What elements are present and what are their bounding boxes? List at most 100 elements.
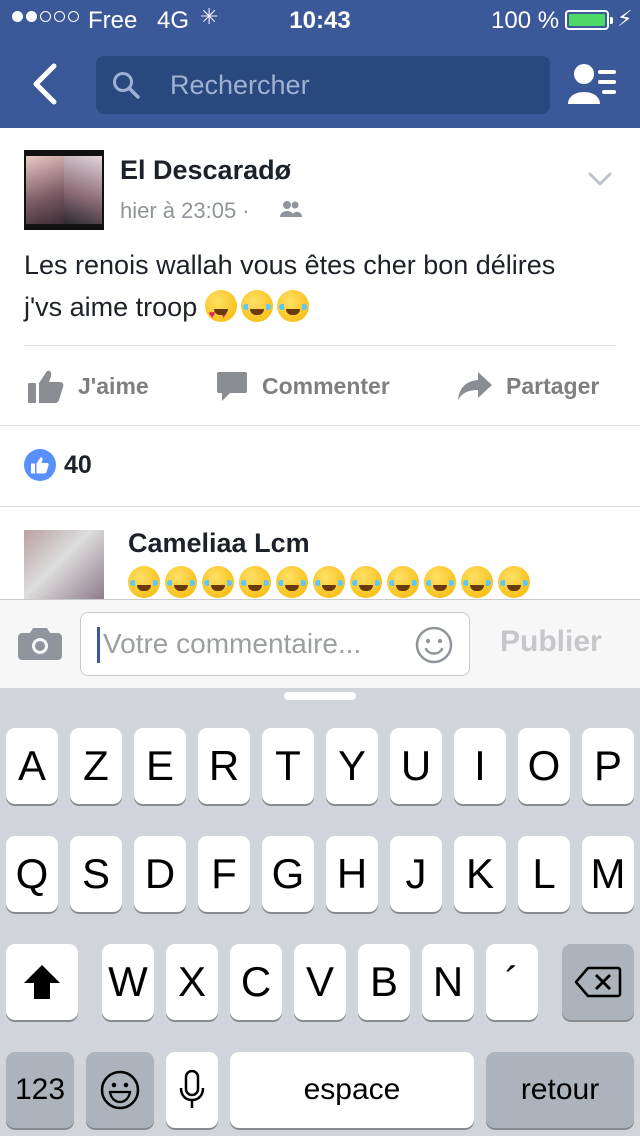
- publish-button[interactable]: Publier: [500, 625, 602, 659]
- backspace-icon: [574, 966, 622, 998]
- post-actions-bar: J'aime Commenter Partager: [0, 346, 640, 426]
- laughing-tears-emoji-icon: [387, 566, 419, 598]
- like-label: J'aime: [78, 372, 149, 399]
- key-t[interactable]: T: [262, 728, 314, 804]
- like-count: 40: [64, 450, 92, 479]
- laughing-tears-emoji-icon: [202, 566, 234, 598]
- key-l[interactable]: L: [518, 836, 570, 912]
- key-a[interactable]: A: [6, 728, 58, 804]
- smiley-icon: [415, 626, 453, 664]
- post-text-line-2: j'vs aime troop: [24, 286, 624, 336]
- key-o[interactable]: O: [518, 728, 570, 804]
- comment-field[interactable]: [80, 612, 470, 676]
- key-r[interactable]: R: [198, 728, 250, 804]
- key-acute-accent[interactable]: ´: [486, 944, 538, 1020]
- comment-bubble-icon: [217, 372, 247, 401]
- post-options-button[interactable]: [586, 164, 614, 192]
- key-w[interactable]: W: [102, 944, 154, 1020]
- laughing-tears-emoji-icon: [276, 566, 308, 598]
- key-v[interactable]: V: [294, 944, 346, 1020]
- thumbs-up-icon: [28, 370, 64, 403]
- post-text-line: j'vs aime troop: [24, 292, 198, 322]
- charging-bolt-icon: ⚡: [617, 6, 633, 31]
- dictation-key[interactable]: [166, 1052, 218, 1128]
- like-reaction-icon: [24, 449, 56, 481]
- return-key[interactable]: retour: [486, 1052, 634, 1128]
- divider: [0, 425, 640, 426]
- laughing-tears-emoji-icon: [128, 566, 160, 598]
- delete-key[interactable]: [562, 944, 634, 1020]
- key-u[interactable]: U: [390, 728, 442, 804]
- laughing-tears-emoji-icon: [239, 566, 271, 598]
- shift-key[interactable]: [6, 944, 78, 1020]
- laughing-tears-emoji-icon: [498, 566, 530, 598]
- chevron-down-icon: [588, 172, 612, 186]
- status-bar: Free 4G ✳ 10:43 100 % ⚡: [0, 0, 640, 40]
- search-icon: [113, 72, 140, 99]
- camera-icon: [18, 628, 62, 660]
- battery-icon: [565, 10, 613, 30]
- reactions-summary[interactable]: 40: [24, 447, 92, 483]
- post-timestamp[interactable]: hier à 23:05 ·: [120, 198, 250, 224]
- comment-composer: Publier: [0, 599, 640, 689]
- heart-eyes-emoji-icon: [204, 290, 237, 336]
- back-button[interactable]: [26, 60, 66, 108]
- keyboard-drag-handle[interactable]: [284, 692, 356, 700]
- key-s[interactable]: S: [70, 836, 122, 912]
- key-m[interactable]: M: [582, 836, 634, 912]
- post-author-name[interactable]: El Descaradø: [120, 155, 291, 186]
- search-input[interactable]: [170, 56, 530, 114]
- key-z[interactable]: Z: [70, 728, 122, 804]
- key-h[interactable]: H: [326, 836, 378, 912]
- battery-percentage: 100 %: [491, 7, 560, 34]
- camera-button[interactable]: [18, 626, 62, 665]
- like-button[interactable]: J'aime: [28, 346, 149, 426]
- commenter-avatar[interactable]: [24, 530, 104, 600]
- key-d[interactable]: D: [134, 836, 186, 912]
- share-button[interactable]: Partager: [458, 346, 599, 426]
- key-y[interactable]: Y: [326, 728, 378, 804]
- friends-list-icon: [568, 64, 616, 104]
- laughing-tears-emoji-icon: [350, 566, 382, 598]
- laughing-tears-emoji-icon: [313, 566, 345, 598]
- share-arrow-icon: [458, 372, 492, 400]
- key-p[interactable]: P: [582, 728, 634, 804]
- comment-input[interactable]: [103, 613, 403, 675]
- chevron-left-icon: [33, 63, 57, 105]
- key-k[interactable]: K: [454, 836, 506, 912]
- shift-arrow-icon: [24, 965, 60, 999]
- post-text-line: Les renois wallah vous êtes cher bon dél…: [24, 250, 556, 280]
- key-c[interactable]: C: [230, 944, 282, 1020]
- laughing-tears-emoji-icon: [165, 566, 197, 598]
- space-key[interactable]: espace: [230, 1052, 474, 1128]
- key-b[interactable]: B: [358, 944, 410, 1020]
- search-bar[interactable]: [96, 56, 550, 114]
- emoji-key[interactable]: [86, 1052, 154, 1128]
- key-i[interactable]: I: [454, 728, 506, 804]
- key-f[interactable]: F: [198, 836, 250, 912]
- laughing-tears-emoji-icon: [461, 566, 493, 598]
- comment-text: [128, 566, 530, 598]
- key-x[interactable]: X: [166, 944, 218, 1020]
- emoji-keyboard-icon: [100, 1070, 140, 1110]
- key-q[interactable]: Q: [6, 836, 58, 912]
- comment-button[interactable]: Commenter: [216, 346, 390, 426]
- share-label: Partager: [506, 372, 600, 399]
- divider: [0, 506, 640, 507]
- author-avatar[interactable]: [24, 150, 104, 230]
- key-n[interactable]: N: [422, 944, 474, 1020]
- key-e[interactable]: E: [134, 728, 186, 804]
- laughing-tears-emoji-icon: [424, 566, 456, 598]
- text-cursor: [97, 627, 100, 663]
- friends-list-button[interactable]: [568, 62, 618, 106]
- key-j[interactable]: J: [390, 836, 442, 912]
- friends-audience-icon: [280, 201, 302, 217]
- commenter-name[interactable]: Cameliaa Lcm: [128, 528, 310, 559]
- emoji-picker-button[interactable]: [415, 626, 453, 669]
- key-g[interactable]: G: [262, 836, 314, 912]
- post-text: Les renois wallah vous êtes cher bon dél…: [24, 244, 624, 336]
- comment-label: Commenter: [262, 372, 390, 399]
- keyboard: A Z E R T Y U I O P Q S D F G H J K L M W X C V B N ´ 123 espace reto…: [0, 688, 640, 1136]
- microphone-icon: [179, 1070, 205, 1108]
- numbers-key[interactable]: 123: [6, 1052, 74, 1128]
